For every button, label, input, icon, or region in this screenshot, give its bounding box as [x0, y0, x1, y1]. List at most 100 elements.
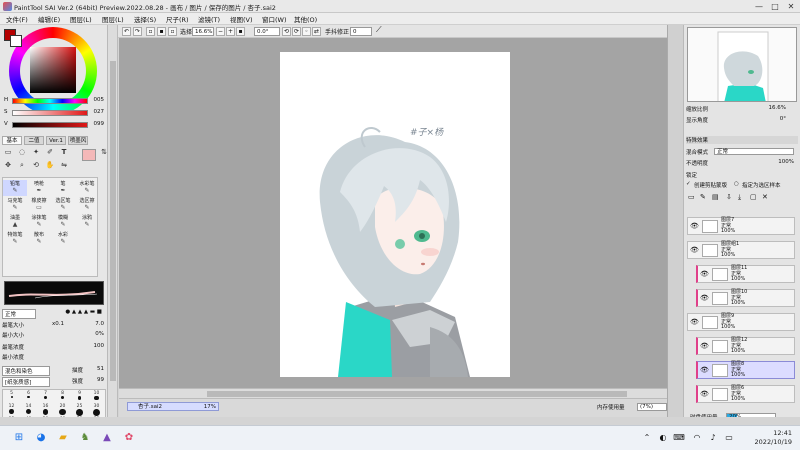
brush-size-row[interactable]: 最笔大小 x0.1 7.0	[2, 321, 106, 329]
canvas-paper[interactable]: #子×杨	[280, 52, 510, 377]
navigator-preview[interactable]	[687, 27, 797, 102]
menu-layer-2[interactable]: 图层(L)	[102, 14, 124, 24]
lock-row[interactable]: 锁定	[686, 171, 798, 179]
clip-row[interactable]: ✓ 创建剪贴蒙版 ○ 指定为选区样本	[686, 181, 798, 189]
brush-preset[interactable]: 油墨 ▲	[3, 214, 27, 230]
visibility-eye-icon[interactable]: 👁	[700, 390, 709, 398]
layer-row[interactable]: 👁 图层8 正常 100%	[696, 361, 795, 379]
layer-row[interactable]: 👁 图层9 正常 100%	[687, 313, 795, 331]
value-slider[interactable]	[12, 122, 88, 128]
navigator-angle-value[interactable]: 0°	[780, 116, 786, 122]
background-color-swatch[interactable]	[10, 35, 22, 47]
brush-size-multiplier[interactable]: x0.1	[52, 321, 64, 327]
visibility-eye-icon[interactable]: 👁	[690, 222, 699, 230]
magic-wand-icon[interactable]: ✦	[30, 147, 42, 158]
layer-row[interactable]: 👁 图层7 正常 100%	[687, 217, 795, 235]
wifi-icon[interactable]: ◠	[690, 431, 704, 445]
min-size-value[interactable]: 0%	[95, 331, 104, 337]
canvas-scroll-thumb[interactable]	[207, 391, 627, 397]
blend-select[interactable]: 混色和染色	[2, 366, 50, 376]
brush-size-preset[interactable]: 25	[71, 404, 88, 416]
deselect-icon[interactable]: ▫	[146, 27, 155, 36]
flip-horizontal-icon[interactable]: ⇄	[312, 27, 321, 36]
brush-preset[interactable]: 水彩笔 ✎	[75, 180, 99, 196]
brush-size-preset[interactable]: 5	[3, 391, 20, 403]
brush-size-preset[interactable]: 8	[54, 391, 71, 403]
navigator-angle-row[interactable]: 显示角度 0°	[686, 116, 798, 124]
zoom-field[interactable]: 16.6%	[192, 27, 214, 36]
saturation-slider[interactable]	[12, 110, 88, 116]
show-selection-icon[interactable]: ▫	[168, 27, 177, 36]
painttool-sai-icon[interactable]: ✿	[122, 431, 136, 445]
ref-checkbox-icon[interactable]: ○	[734, 181, 739, 187]
app-icon-1[interactable]: ♞	[78, 431, 92, 445]
brush-preset[interactable]: 铅笔 ✎	[3, 180, 27, 196]
layer-row[interactable]: 👁 图层6 正常 100%	[696, 385, 795, 403]
document-tab[interactable]: 杏子.sai2 17%	[127, 402, 219, 411]
merge-down-icon[interactable]: ⤓	[738, 193, 741, 202]
layer-row[interactable]: 👁 图层11 正常 100%	[696, 265, 795, 283]
new-layer-icon[interactable]: ▭	[688, 193, 695, 201]
rotate-right-icon[interactable]: ⟳	[292, 27, 301, 36]
edge-browser-icon[interactable]: ◕	[34, 431, 48, 445]
transfer-down-icon[interactable]: ⇩	[726, 193, 732, 201]
blend-value[interactable]: 51	[97, 366, 104, 372]
close-button[interactable]: ✕	[784, 0, 798, 13]
delete-layer-icon[interactable]: ✕	[762, 193, 768, 201]
stabilizer-field[interactable]: 0	[350, 27, 372, 36]
brush-preset[interactable]: 选区笔 ✎	[51, 197, 75, 213]
hue-slider[interactable]	[12, 98, 88, 104]
brush-size-preset[interactable]: 12	[3, 404, 20, 416]
tab-basic[interactable]: 基本	[2, 136, 22, 145]
left-panel-scroll-thumb[interactable]	[110, 61, 116, 381]
brush-mode-select[interactable]: 正常	[2, 309, 36, 319]
tab-inkjet[interactable]: 喷墨风	[68, 136, 88, 145]
hue-slider-row[interactable]: H 005	[4, 97, 106, 105]
new-linework-layer-icon[interactable]: ✎	[700, 193, 706, 201]
brush-size-preset[interactable]: 6	[20, 391, 37, 403]
menu-select[interactable]: 选择(S)	[134, 14, 156, 24]
zoom-icon[interactable]: ⌕	[16, 160, 28, 171]
angle-field[interactable]: 0.0°	[254, 27, 280, 36]
menu-edit[interactable]: 编辑(E)	[38, 14, 60, 24]
brush-size-preset[interactable]: 10	[88, 391, 105, 403]
clip-checkbox-icon[interactable]: ✓	[686, 181, 691, 187]
visibility-eye-icon[interactable]: 👁	[700, 294, 709, 302]
menu-ruler[interactable]: 尺子(R)	[166, 14, 189, 24]
tray-keyboard-icon[interactable]: ⌨	[672, 431, 686, 445]
flip-icon[interactable]: ⇋	[58, 160, 70, 171]
menu-filter[interactable]: 滤镜(T)	[198, 14, 220, 24]
undo-icon[interactable]: ↶	[122, 27, 131, 36]
blend-row[interactable]: 混色和染色 描度 51	[2, 366, 106, 376]
eyedropper-icon[interactable]: ✐	[44, 147, 56, 158]
texture-select[interactable]: [纸张质感]	[2, 377, 50, 387]
canvas-horizontal-scrollbar[interactable]	[119, 388, 667, 398]
saturation-value-square[interactable]	[30, 47, 76, 93]
tab-binary[interactable]: 二值	[24, 136, 44, 145]
brush-preset[interactable]: 选区擦 ✎	[75, 197, 99, 213]
min-density-row[interactable]: 最小浓度	[2, 353, 106, 361]
brush-preset[interactable]: 涂鸦 ✎	[75, 214, 99, 230]
density-value[interactable]: 100	[94, 343, 105, 349]
volume-icon[interactable]: ♪	[706, 431, 720, 445]
tray-chevron-icon[interactable]: ⌃	[640, 431, 654, 445]
file-explorer-icon[interactable]: ▰	[56, 431, 70, 445]
lasso-icon[interactable]: ◌	[16, 147, 28, 158]
rotate-left-icon[interactable]: ⟲	[282, 27, 291, 36]
brush-size-preset[interactable]: 7	[37, 391, 54, 403]
select-rect-icon[interactable]: ▭	[2, 147, 14, 158]
texture-row[interactable]: [纸张质感] 强度 99	[2, 377, 106, 387]
hand-icon[interactable]: ✋	[44, 160, 56, 171]
layer-blend-select[interactable]: 正常	[714, 148, 794, 155]
layer-row[interactable]: 👁 图层组1 正常 100%	[687, 241, 795, 259]
blend-mode-row[interactable]: 混合模式 正常	[686, 148, 798, 156]
brush-size-preset[interactable]: 9	[71, 391, 88, 403]
brush-size-preset[interactable]: 14	[20, 404, 37, 416]
brush-preset[interactable]: 马克笔 ✎	[3, 197, 27, 213]
layer-opacity-row[interactable]: 不透明度 100%	[686, 159, 798, 167]
effects-header[interactable]: 特殊效果	[686, 136, 798, 144]
navigator-zoom-row[interactable]: 缩放比例 16.6%	[686, 105, 798, 113]
windows-start-icon[interactable]: ⊞	[12, 431, 26, 445]
density-row[interactable]: 最笔浓度 100	[2, 343, 106, 351]
zoom-in-icon[interactable]: +	[226, 27, 235, 36]
